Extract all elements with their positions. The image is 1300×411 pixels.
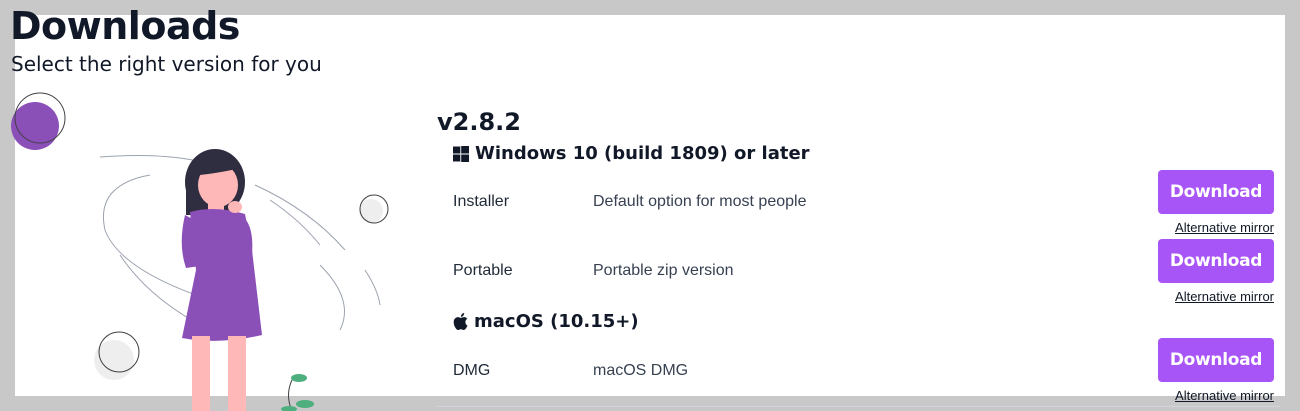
windows-icon [453,145,469,162]
version-heading: v2.8.2 [437,108,521,136]
windows-section-heading: Windows 10 (build 1809) or later [453,143,810,164]
dmg-alternative-mirror-link[interactable]: Alternative mirror [1175,388,1274,403]
dmg-description: macOS DMG [593,362,689,379]
dmg-download-button[interactable]: Download [1158,338,1274,382]
macos-section-heading: macOS (10.15+) [453,311,639,332]
macos-os-label: macOS (10.15+) [474,311,639,332]
portable-description: Portable zip version [593,262,734,279]
installer-name: Installer [453,193,510,210]
portable-alternative-mirror-link[interactable]: Alternative mirror [1175,289,1274,304]
dmg-name: DMG [453,362,491,379]
installer-alternative-mirror-link[interactable]: Alternative mirror [1175,220,1274,235]
apple-icon [453,313,468,330]
portable-download-button[interactable]: Download [1158,239,1274,283]
portable-name: Portable [453,262,513,279]
page-title: Downloads [10,4,240,48]
section-divider [437,406,1280,407]
installer-description: Default option for most people [593,193,807,210]
windows-os-label: Windows 10 (build 1809) or later [475,143,810,164]
page-subtitle: Select the right version for you [11,52,322,76]
installer-download-button[interactable]: Download [1158,170,1274,214]
